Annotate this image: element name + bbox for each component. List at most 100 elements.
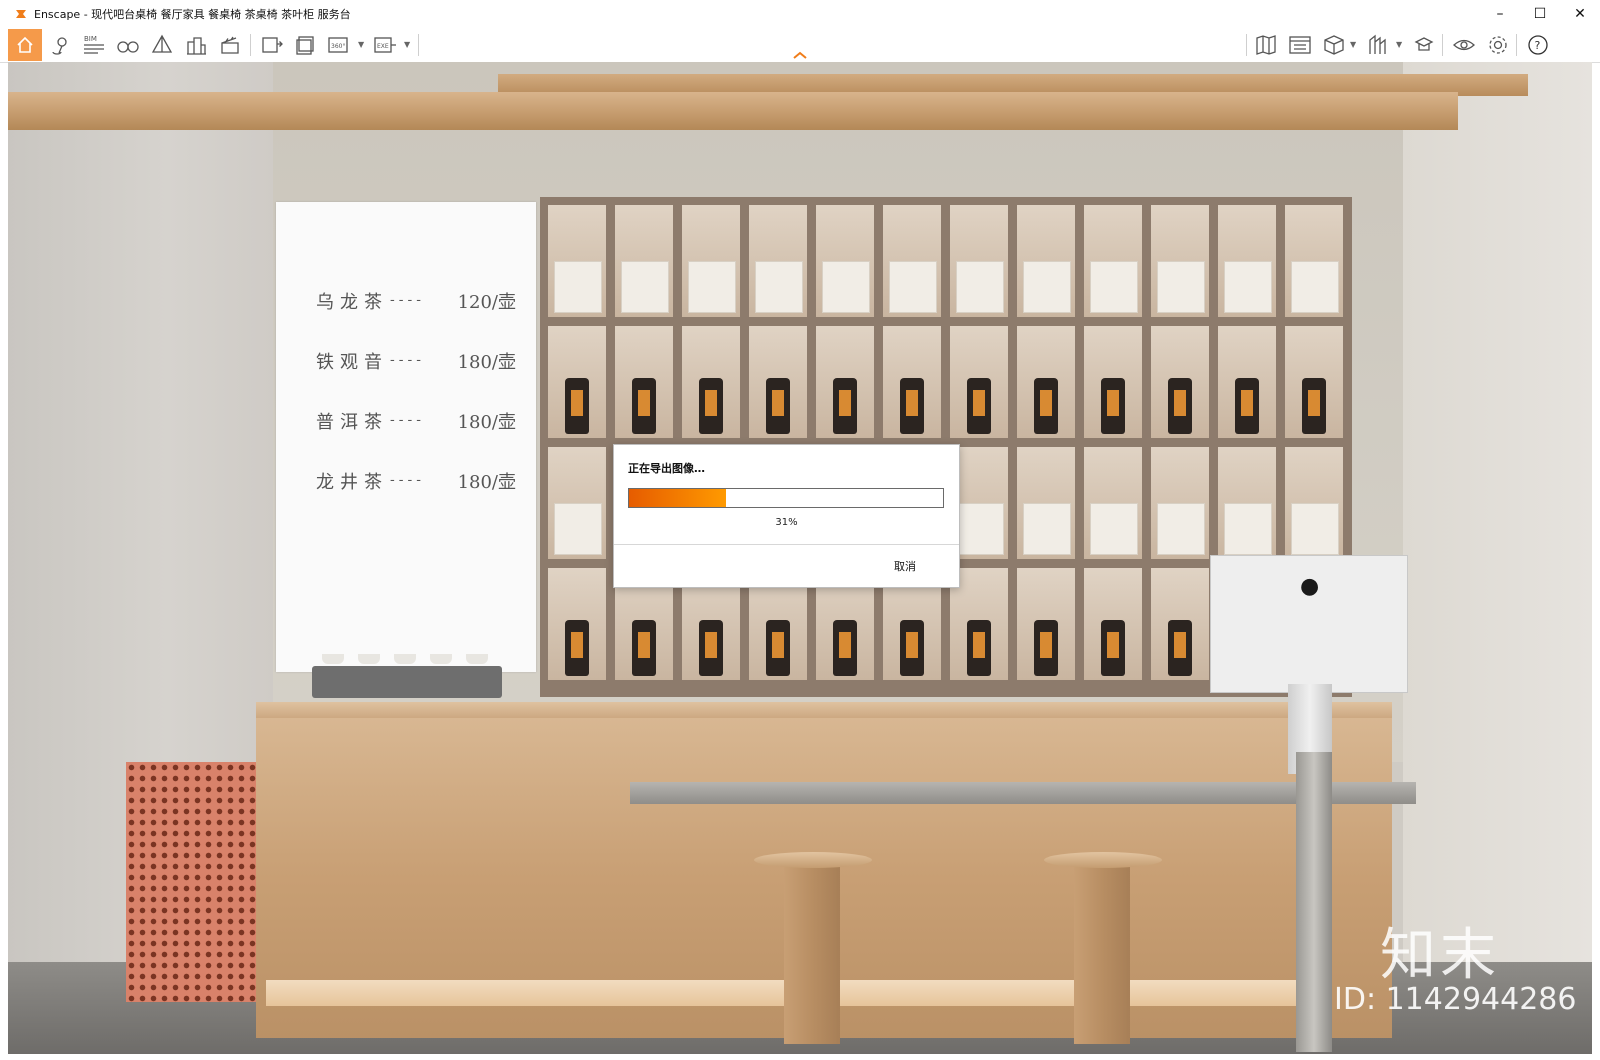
- tea-jar: [900, 620, 924, 676]
- tea-cup: [430, 654, 452, 664]
- views-button[interactable]: [114, 32, 142, 58]
- tea-box: [1157, 261, 1205, 313]
- menu-item-price: 180/壶: [457, 412, 516, 433]
- tea-jar: [967, 620, 991, 676]
- map-button[interactable]: [1252, 32, 1280, 58]
- close-button[interactable]: ✕: [1560, 0, 1600, 28]
- visual-settings-button[interactable]: [1450, 32, 1478, 58]
- tea-box: [1023, 503, 1071, 555]
- menu-item: 乌龙茶 ---- 120/壶: [316, 288, 516, 316]
- chevron-down-icon[interactable]: ▼: [358, 40, 364, 49]
- assets-button[interactable]: [1364, 32, 1392, 58]
- export-progress-dialog: 正在导出图像… 31% 取消: [613, 444, 960, 588]
- tea-jar: [1235, 378, 1259, 434]
- bar-stool: [1044, 852, 1162, 868]
- screenshot-button[interactable]: [258, 32, 286, 58]
- export-exe-icon: EXE: [374, 37, 396, 53]
- chevron-down-icon[interactable]: ▼: [1396, 40, 1402, 49]
- tea-jar: [1302, 378, 1326, 434]
- tea-cup-tray: [312, 666, 502, 698]
- svg-text:BIM: BIM: [84, 35, 97, 43]
- bim-icon: BIM: [84, 35, 104, 54]
- minimize-button[interactable]: –: [1480, 0, 1520, 28]
- assets-icon: [1369, 34, 1386, 54]
- title-bar: Enscape - 现代吧台桌椅 餐厅家具 餐桌椅 茶桌椅 茶叶柜 服务台 – …: [0, 0, 1600, 29]
- tea-jar-label: [705, 632, 717, 658]
- panorama-360-icon: 360°: [328, 37, 348, 53]
- panorama-button[interactable]: 360°: [326, 32, 354, 58]
- tea-jar-label: [772, 390, 784, 416]
- tea-box: [1090, 261, 1138, 313]
- tea-box: [1157, 503, 1205, 555]
- asset-library-button[interactable]: [1286, 32, 1314, 58]
- tea-jar: [900, 378, 924, 434]
- menu-item-name: 龙井茶: [316, 472, 388, 493]
- export-exe-button[interactable]: EXE: [372, 32, 400, 58]
- tea-box: [1090, 503, 1138, 555]
- tea-jar: [632, 378, 656, 434]
- svg-text:?: ?: [1535, 39, 1541, 52]
- toolbar-separator: [250, 34, 251, 56]
- visual-settings-eye-icon: [1453, 39, 1475, 51]
- chevron-down-icon[interactable]: ▼: [404, 40, 410, 49]
- tea-box: [621, 261, 669, 313]
- window-title: Enscape - 现代吧台桌椅 餐厅家具 餐桌椅 茶桌椅 茶叶柜 服务台: [34, 8, 351, 21]
- clapperboard-icon: [221, 36, 239, 54]
- cancel-button[interactable]: 取消: [894, 558, 916, 574]
- home-button[interactable]: [8, 29, 42, 61]
- video-editor-button[interactable]: [216, 32, 244, 58]
- enscape-window: Enscape - 现代吧台桌椅 餐厅家具 餐桌椅 茶桌椅 茶叶柜 服务台 – …: [0, 0, 1600, 1060]
- asset-library-icon: [1289, 36, 1311, 54]
- tea-jar-label: [772, 632, 784, 658]
- tea-box: [956, 503, 1004, 555]
- tea-jar-label: [906, 632, 918, 658]
- tea-box: [1224, 503, 1272, 555]
- chevron-down-icon[interactable]: ▼: [1350, 40, 1356, 49]
- orthographic-button[interactable]: [148, 32, 176, 58]
- hat-button[interactable]: [1410, 32, 1438, 58]
- tea-jar-label: [571, 632, 583, 658]
- tea-menu-board: 乌龙茶 ---- 120/壶 铁观音 ---- 180/壶 普洱茶 ---- 1…: [276, 202, 536, 672]
- help-button[interactable]: ?: [1524, 32, 1552, 58]
- progress-percent: 31%: [775, 517, 798, 528]
- tea-jar: [699, 620, 723, 676]
- tea-box: [1224, 261, 1272, 313]
- tea-jar: [632, 620, 656, 676]
- tea-jar-label: [906, 390, 918, 416]
- tea-jar: [766, 378, 790, 434]
- menu-item-name: 普洱茶: [316, 412, 388, 433]
- tea-box: [956, 261, 1004, 313]
- location-button[interactable]: [46, 32, 74, 58]
- toolbar-separator: [1246, 34, 1247, 56]
- maximize-button[interactable]: ☐: [1520, 0, 1560, 28]
- watermark-logo: 知末: [1380, 923, 1500, 988]
- tea-jar-label: [1174, 632, 1186, 658]
- bar-stool: [754, 852, 872, 868]
- tea-jar-label: [571, 390, 583, 416]
- settings-gear-icon: [1489, 36, 1507, 54]
- tea-box: [822, 261, 870, 313]
- tea-jar-label: [1241, 390, 1253, 416]
- window-controls: – ☐ ✕: [1480, 0, 1600, 28]
- toolbar-separator: [1516, 34, 1517, 56]
- tea-jar: [1168, 378, 1192, 434]
- cube-view-button[interactable]: [1320, 32, 1348, 58]
- tea-cup: [358, 654, 380, 664]
- menu-item: 龙井茶 ---- 180/壶: [316, 468, 516, 496]
- bim-button[interactable]: BIM: [80, 32, 108, 58]
- home-icon: [17, 36, 33, 53]
- menu-item-dash: ----: [390, 292, 425, 308]
- batch-render-button[interactable]: [292, 32, 320, 58]
- tea-box: [554, 503, 602, 555]
- tea-jar: [967, 378, 991, 434]
- tea-box: [1023, 261, 1071, 313]
- right-wall: [1403, 62, 1592, 1054]
- tea-jar-label: [638, 632, 650, 658]
- collapse-toolbar-chevron-icon[interactable]: [792, 50, 808, 60]
- menu-item-name: 乌龙茶: [316, 292, 388, 313]
- settings-button[interactable]: [1484, 32, 1512, 58]
- site-context-button[interactable]: [182, 32, 210, 58]
- ceiling-beam: [8, 92, 1458, 130]
- tea-jar: [833, 378, 857, 434]
- menu-item: 普洱茶 ---- 180/壶: [316, 408, 516, 436]
